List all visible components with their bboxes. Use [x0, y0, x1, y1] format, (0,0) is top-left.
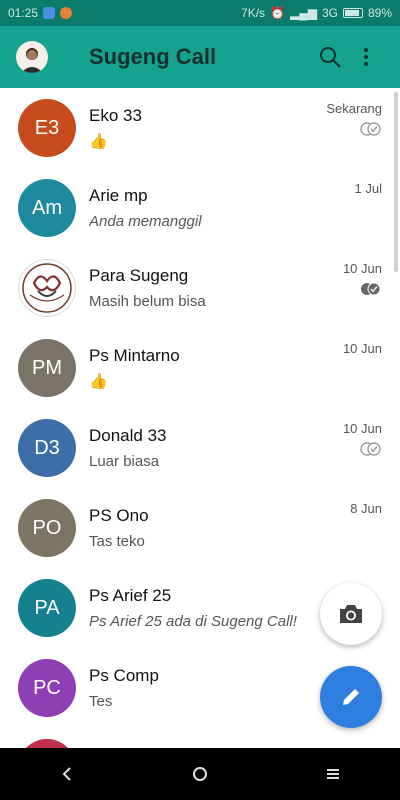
chat-row-partial[interactable]	[0, 728, 400, 748]
home-icon[interactable]	[180, 754, 220, 794]
message-time: 8 Jun	[350, 501, 382, 516]
status-time: 01:25	[8, 6, 39, 20]
battery-percent: 89%	[367, 6, 392, 20]
pencil-icon	[343, 689, 359, 705]
signal-icon: ▂▄▆	[289, 6, 317, 20]
net-speed: 7K/s	[241, 6, 266, 20]
contact-avatar: PM	[18, 339, 76, 397]
last-message: Masih belum bisa	[89, 293, 206, 310]
alarm-icon: ⏰	[270, 6, 285, 20]
camera-button[interactable]	[320, 583, 382, 645]
message-time: Sekarang	[326, 101, 382, 116]
profile-photo-icon	[21, 48, 43, 73]
read-receipt-filled-icon	[360, 282, 382, 301]
message-time: 1 Jul	[354, 181, 382, 196]
contact-avatar: PC	[18, 659, 76, 717]
profile-avatar[interactable]	[16, 41, 48, 73]
last-message: 👍	[89, 373, 108, 390]
message-notification-icon	[43, 7, 56, 19]
download-notification-icon	[60, 7, 73, 19]
search-icon[interactable]	[312, 39, 348, 75]
chat-row-eko-33[interactable]: E3 Eko 33 👍 Sekarang	[0, 88, 400, 168]
last-message: Anda memanggil	[89, 213, 202, 230]
last-message: 👍	[89, 133, 108, 150]
contact-name: Arie mp	[89, 186, 148, 205]
contact-avatar: D3	[18, 419, 76, 477]
camera-icon	[340, 605, 362, 623]
chat-row-arie-mp[interactable]: Am Arie mp Anda memanggil 1 Jul	[0, 168, 400, 248]
chat-row-para-sugeng[interactable]: Para Sugeng Masih belum bisa 10 Jun	[0, 248, 400, 328]
contact-avatar: PO	[18, 499, 76, 557]
message-time: 10 Jun	[342, 421, 382, 436]
chat-list: E3 Eko 33 👍 Sekarang Am Arie mp Anda mem…	[0, 88, 400, 748]
chat-row-ps-ono[interactable]: PO PS Ono Tas teko 8 Jun	[0, 488, 400, 568]
last-message: Tas teko	[89, 533, 145, 550]
group-logo-icon	[22, 263, 72, 313]
message-time: 10 Jun	[342, 341, 382, 356]
read-receipt-icon	[360, 122, 382, 141]
more-options-icon[interactable]	[348, 39, 384, 75]
group-logo-avatar	[18, 259, 76, 317]
new-chat-button[interactable]	[320, 666, 382, 728]
status-bar: 01:25 7K/s ⏰ ▂▄▆ 3G 89%	[0, 0, 400, 26]
chat-row-ps-mintarno[interactable]: PM Ps Mintarno 👍 10 Jun	[0, 328, 400, 408]
contact-avatar: PA	[18, 579, 76, 637]
app-title: Sugeng Call	[89, 44, 217, 69]
back-icon[interactable]	[47, 754, 87, 794]
network-type: 3G	[321, 6, 338, 20]
battery-icon	[342, 8, 363, 18]
app-bar: Sugeng Call	[0, 26, 400, 88]
contact-avatar: Am	[18, 179, 76, 237]
contact-avatar	[18, 739, 76, 748]
recents-icon[interactable]	[313, 754, 353, 794]
message-time: 10 Jun	[342, 261, 382, 276]
scrollbar[interactable]	[394, 92, 398, 272]
chat-row-donald-33[interactable]: D3 Donald 33 Luar biasa 10 Jun	[0, 408, 400, 488]
contact-avatar: E3	[18, 99, 76, 157]
read-receipt-icon	[360, 442, 382, 461]
last-message: Luar biasa	[89, 453, 160, 470]
system-nav-bar	[0, 748, 400, 800]
